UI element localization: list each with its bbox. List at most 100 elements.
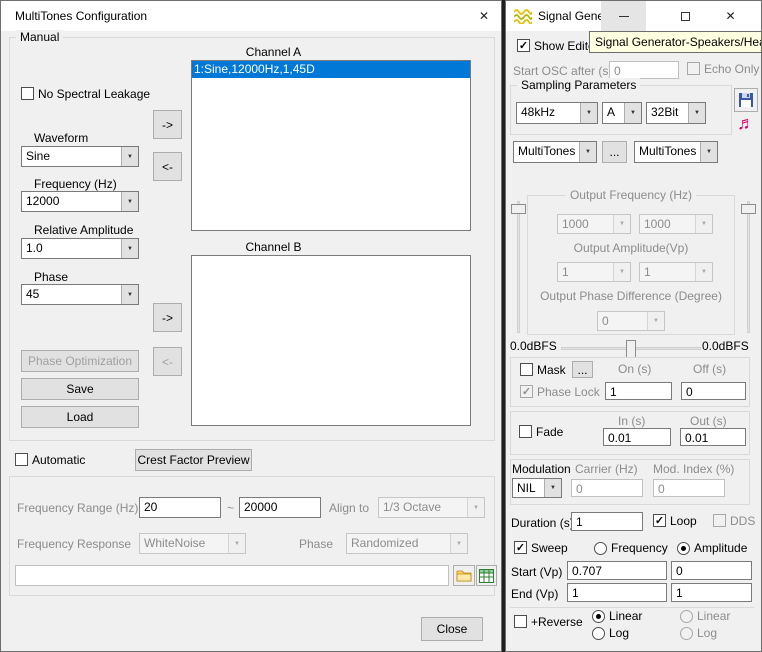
multitones-window: MultiTones Configuration ✕ Manual Channe… [0, 0, 502, 652]
wave-b-value: MultiTones [635, 142, 700, 162]
close-icon: ✕ [479, 9, 489, 23]
save-signal-button[interactable] [734, 88, 758, 112]
carrier-label: Carrier (Hz) [575, 462, 638, 476]
phase-select[interactable]: 45 ▼ [21, 284, 139, 305]
sweep-linear-radio[interactable]: Linear [592, 609, 642, 623]
automatic-checkbox[interactable]: Automatic [15, 453, 85, 467]
left-volume-slider[interactable] [517, 201, 520, 333]
left-volume-slider-thumb[interactable] [511, 204, 526, 214]
close-dialog-button[interactable]: Close [421, 617, 483, 641]
right-volume-slider-thumb[interactable] [741, 204, 756, 214]
frequency-select[interactable]: 12000 ▼ [21, 191, 139, 212]
folder-icon [456, 569, 472, 582]
dds-checkbox: DDS [713, 514, 755, 528]
check-icon: ✓ [519, 41, 528, 51]
multitones-titlebar[interactable]: MultiTones Configuration [1, 1, 501, 31]
dds-label: DDS [730, 514, 755, 528]
frequency-range-min-field[interactable]: 20 [139, 497, 221, 518]
divider [510, 607, 754, 608]
add-to-channel-a-button[interactable]: -> [153, 110, 182, 139]
right-volume-slider[interactable] [747, 201, 750, 333]
waveform-select[interactable]: Sine ▼ [21, 146, 139, 167]
list-item[interactable]: 1:Sine,12000Hz,1,45D [192, 61, 470, 78]
no-spectral-leakage-checkbox[interactable]: No Spectral Leakage [21, 87, 150, 101]
output-phase-label: Output Phase Difference (Degree) [527, 289, 735, 303]
sampling-bits-select[interactable]: 32Bit ▼ [646, 102, 706, 124]
configure-multitones-button[interactable]: ... [602, 141, 627, 163]
chevron-down-icon[interactable]: ▼ [121, 192, 138, 211]
sweep-log-label: Log [609, 626, 629, 640]
mask-settings-button[interactable]: ... [572, 361, 593, 378]
relative-amplitude-select[interactable]: 1.0 ▼ [21, 238, 139, 259]
mask-on-field[interactable]: 1 [605, 382, 672, 400]
spreadsheet-button[interactable] [476, 565, 497, 586]
sweep-checkbox[interactable]: ✓ Sweep [514, 541, 568, 555]
mask-checkbox[interactable]: Mask [520, 363, 566, 377]
chevron-down-icon: ▼ [450, 534, 467, 553]
close-button[interactable]: ✕ [708, 1, 753, 31]
chevron-down-icon[interactable]: ▼ [700, 142, 717, 162]
remove-from-channel-a-button[interactable]: <- [153, 152, 182, 181]
sampling-rate-select[interactable]: 48kHz ▼ [516, 102, 598, 124]
sweep-frequency-radio[interactable]: Frequency [594, 541, 668, 555]
add-to-channel-b-button[interactable]: -> [153, 303, 182, 332]
sweep-amplitude-radio[interactable]: Amplitude [677, 541, 747, 555]
crest-factor-preview-button[interactable]: Crest Factor Preview [135, 449, 252, 471]
load-button[interactable]: Load [21, 406, 139, 428]
sampling-rate-value: 48kHz [517, 103, 580, 123]
maximize-icon [681, 12, 690, 21]
radio-circle [592, 627, 605, 640]
checkbox-box: ✓ [653, 514, 666, 527]
close-button[interactable]: ✕ [467, 1, 501, 31]
chevron-down-icon[interactable]: ▼ [121, 285, 138, 304]
minimize-button[interactable] [601, 1, 646, 31]
sweep-log-radio[interactable]: Log [592, 626, 629, 640]
chevron-down-icon[interactable]: ▼ [121, 239, 138, 258]
chevron-down-icon: ▼ [613, 215, 630, 233]
chevron-down-icon[interactable]: ▼ [624, 103, 641, 123]
chevron-down-icon[interactable]: ▼ [580, 103, 597, 123]
fade-checkbox[interactable]: Fade [519, 425, 563, 439]
loop-checkbox[interactable]: ✓ Loop [653, 514, 697, 528]
reverse-checkbox[interactable]: +Reverse [514, 615, 583, 629]
music-note-icon[interactable]: ♬ [737, 113, 755, 134]
automatic-label: Automatic [32, 453, 85, 467]
freq-a-select: 1000 ▼ [557, 214, 631, 234]
save-button[interactable]: Save [21, 378, 139, 400]
app-icon [514, 9, 532, 27]
maximize-button[interactable] [663, 1, 707, 31]
end-vp-a-field[interactable]: 1 [567, 583, 667, 602]
sampling-channel-select[interactable]: A ▼ [602, 102, 642, 124]
show-editor-checkbox[interactable]: ✓ Show Edito [517, 39, 595, 53]
radio-circle [680, 627, 693, 640]
duration-field[interactable]: 1 [571, 512, 643, 531]
end-vp-b-field[interactable]: 1 [671, 583, 752, 602]
wave-a-select[interactable]: MultiTones ▼ [513, 141, 597, 163]
modulation-select[interactable]: NIL ▼ [512, 478, 562, 498]
sweep-frequency-label: Frequency [611, 541, 668, 555]
channel-b-listbox[interactable] [191, 255, 471, 426]
dbfs-right-label: 0.0dBFS [702, 339, 749, 353]
mask-off-field[interactable]: 0 [681, 382, 746, 400]
carrier-field: 0 [571, 479, 643, 497]
balance-slider-thumb[interactable] [626, 340, 636, 358]
frequency-range-max-field[interactable]: 20000 [239, 497, 321, 518]
chevron-down-icon[interactable]: ▼ [121, 147, 138, 166]
channel-a-listbox[interactable]: 1:Sine,12000Hz,1,45D [191, 60, 471, 231]
relative-amplitude-label: Relative Amplitude [34, 223, 133, 237]
start-vp-a-field[interactable]: 0.707 [567, 561, 667, 580]
fade-out-field[interactable]: 0.01 [680, 428, 746, 446]
duration-label: Duration (s) [511, 516, 574, 530]
radio-circle [594, 542, 607, 555]
chevron-down-icon[interactable]: ▼ [579, 142, 596, 162]
modulation-value: NIL [513, 479, 544, 497]
chevron-down-icon[interactable]: ▼ [688, 103, 705, 123]
sweep-amplitude-label: Amplitude [694, 541, 747, 555]
chevron-down-icon[interactable]: ▼ [544, 479, 561, 497]
frequency-response-label: Frequency Response [17, 537, 131, 551]
start-vp-b-field[interactable]: 0 [671, 561, 752, 580]
open-file-button[interactable] [453, 565, 475, 586]
wave-b-select[interactable]: MultiTones ▼ [634, 141, 718, 163]
start-vp-label: Start (Vp) [511, 565, 562, 579]
fade-in-field[interactable]: 0.01 [603, 428, 671, 446]
